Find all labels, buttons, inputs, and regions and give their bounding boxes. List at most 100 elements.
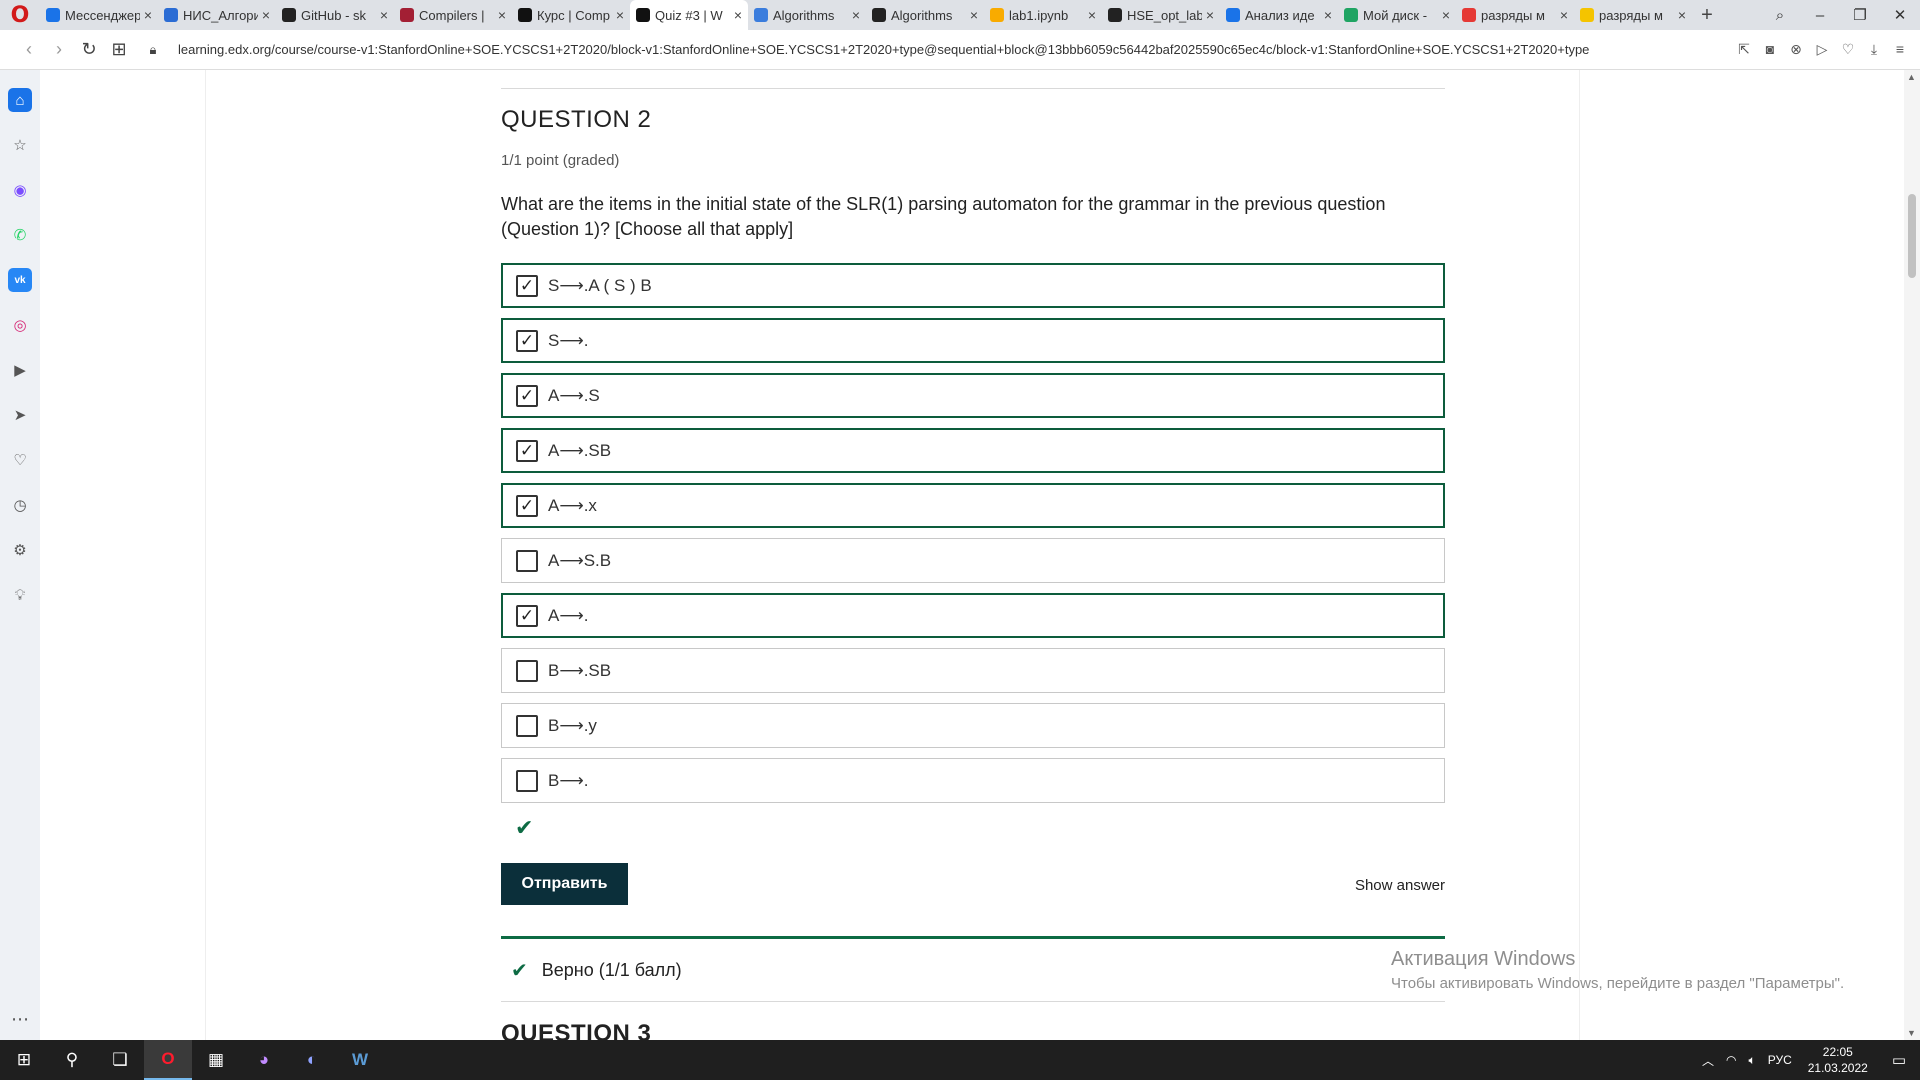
answer-option[interactable]: ✓ S⟶. [501,318,1445,363]
tray-chevron-icon[interactable]: ︿ [1696,1052,1720,1069]
checkbox-checked[interactable]: ✓ [516,329,538,352]
task-view-icon[interactable]: ❏ [96,1040,144,1080]
back-button[interactable]: ‹ [14,39,44,60]
tab-close-icon[interactable]: × [380,7,388,23]
checkbox-checked[interactable]: ✓ [516,494,538,517]
close-window-button[interactable]: ✕ [1880,6,1920,24]
tab-close-icon[interactable]: × [1206,7,1214,23]
answer-option[interactable]: B⟶.y [501,703,1445,748]
browser-tab[interactable]: HSE_opt_lab × [1102,0,1220,30]
opera-logo-icon[interactable]: O [0,0,40,30]
url-field[interactable]: learning.edx.org/course/course-v1:Stanfo… [178,42,1734,57]
answer-option[interactable]: ✓ A⟶.S [501,373,1445,418]
answer-option[interactable]: A⟶S.B [501,538,1445,583]
tab-close-icon[interactable]: × [262,7,270,23]
start-windows-icon[interactable]: ⊞ [0,1040,48,1080]
browser-tab[interactable]: Мессенджер × [40,0,158,30]
tab-grid-icon[interactable]: ⊞ [104,39,134,60]
checkbox-checked[interactable]: ✓ [516,604,538,627]
snapshot-icon[interactable]: ◙ [1760,41,1780,58]
word-taskbar-icon[interactable]: W [336,1040,384,1080]
scrollbar-thumb[interactable] [1908,194,1916,278]
answer-option[interactable]: ✓ A⟶.x [501,483,1445,528]
tab-close-icon[interactable]: × [734,7,742,23]
answer-option[interactable]: ✓ A⟶. [501,593,1445,638]
browser-tab[interactable]: Курс | Comp × [512,0,630,30]
favorites-icon[interactable]: ♡ [8,448,32,472]
minimize-button[interactable]: – [1800,7,1840,24]
more-icon[interactable]: ⋯ [11,1009,29,1030]
lock-icon[interactable]: 🔒︎ [138,42,168,58]
browser-tab[interactable]: НИС_Алгоритмы× [158,0,276,30]
share-icon[interactable]: ⇱ [1734,41,1754,58]
forward-button[interactable]: › [44,39,74,60]
app-taskbar-icon[interactable]: ▦ [192,1040,240,1080]
answer-option[interactable]: ✓ A⟶.SB [501,428,1445,473]
browser-taskbar-icon[interactable]: ◕ [240,1040,288,1080]
scroll-up-icon[interactable]: ▲ [1907,72,1916,82]
whatsapp-icon[interactable]: ✆ [8,223,32,247]
home-icon[interactable]: ⌂ [8,88,32,112]
discord-taskbar-icon[interactable]: ◐ [288,1040,336,1080]
clock[interactable]: 22:05 21.03.2022 [1798,1044,1878,1076]
browser-tab[interactable]: Algorithms × [866,0,984,30]
browser-tab[interactable]: Quiz #3 | W × [630,0,748,30]
tab-close-icon[interactable]: × [1678,7,1686,23]
flow-icon[interactable]: ➤ [8,403,32,427]
search-tabs-icon[interactable]: ⌕ [1760,7,1800,24]
lightbulb-icon[interactable]: 💡︎ [8,583,32,607]
checkbox-checked[interactable]: ✓ [516,439,538,462]
answer-option[interactable]: ✓ S⟶.A ( S ) B [501,263,1445,308]
heart-icon[interactable]: ♡ [1838,41,1858,58]
search-icon[interactable]: ⚲ [48,1040,96,1080]
checkbox-unchecked[interactable] [516,659,538,682]
tab-close-icon[interactable]: × [1560,7,1568,23]
page-scrollbar[interactable]: ▲ ▼ [1904,70,1920,1040]
scroll-down-icon[interactable]: ▼ [1907,1028,1916,1038]
restore-button[interactable]: ❐ [1840,6,1880,24]
opera-taskbar-icon[interactable]: O [144,1040,192,1080]
browser-tab[interactable]: Анализ иде × [1220,0,1338,30]
tab-close-icon[interactable]: × [144,7,152,23]
menu-icon[interactable]: ≡ [1890,41,1910,58]
submit-button[interactable]: Отправить [501,863,628,905]
tab-close-icon[interactable]: × [616,7,624,23]
star-icon[interactable]: ☆ [8,133,32,157]
tab-close-icon[interactable]: × [498,7,506,23]
browser-tab[interactable]: Compilers | × [394,0,512,30]
tab-close-icon[interactable]: × [852,7,860,23]
new-tab-button[interactable]: + [1692,4,1722,27]
send-icon[interactable]: ▷ [1812,41,1832,58]
checkbox-unchecked[interactable] [516,769,538,792]
checkbox-checked[interactable]: ✓ [516,274,538,297]
adblock-icon[interactable]: ⊗ [1786,41,1806,58]
browser-tab[interactable]: lab1.ipynb × [984,0,1102,30]
tab-close-icon[interactable]: × [1088,7,1096,23]
settings-gear-icon[interactable]: ⚙ [8,538,32,562]
tab-close-icon[interactable]: × [1442,7,1450,23]
language-indicator[interactable]: РУС [1762,1053,1798,1067]
browser-tab[interactable]: GitHub - sk × [276,0,394,30]
history-icon[interactable]: ◷ [8,493,32,517]
network-icon[interactable]: ◠ [1720,1053,1742,1067]
show-answer-button[interactable]: Show answer [1355,877,1445,894]
instagram-icon[interactable]: ◎ [8,313,32,337]
checkbox-unchecked[interactable] [516,549,538,572]
answer-option[interactable]: B⟶. [501,758,1445,803]
checkbox-checked[interactable]: ✓ [516,384,538,407]
player-icon[interactable]: ▶ [8,358,32,382]
download-icon[interactable]: ⤓ [1864,41,1884,58]
tab-close-icon[interactable]: × [1324,7,1332,23]
browser-tab[interactable]: Algorithms × [748,0,866,30]
browser-tab[interactable]: Мой диск - × [1338,0,1456,30]
vk-icon[interactable]: vk [8,268,32,292]
tab-close-icon[interactable]: × [970,7,978,23]
browser-tab[interactable]: разряды м × [1574,0,1692,30]
messenger-icon[interactable]: ◉ [8,178,32,202]
browser-tab[interactable]: разряды м × [1456,0,1574,30]
answer-option[interactable]: B⟶.SB [501,648,1445,693]
notifications-icon[interactable]: ▭ [1878,1051,1920,1069]
volume-icon[interactable]: 🔈︎ [1743,1053,1762,1068]
reload-icon[interactable]: ↻ [74,39,104,60]
checkbox-unchecked[interactable] [516,714,538,737]
